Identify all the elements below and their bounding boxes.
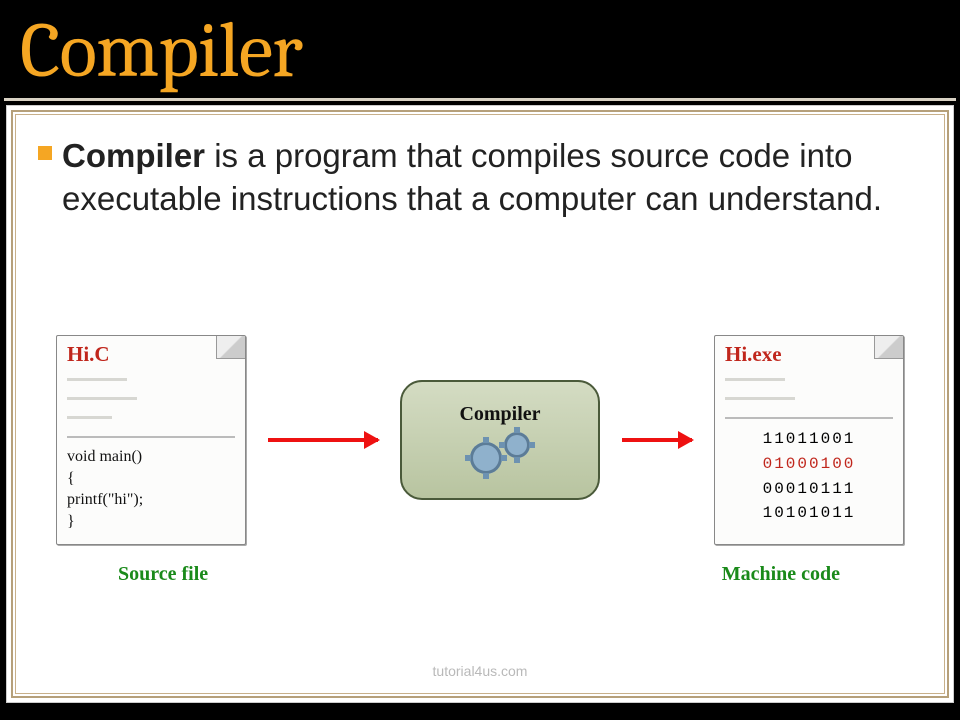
doc-decoration-lines: [67, 369, 235, 426]
arrow-icon: [622, 438, 692, 442]
output-caption: Machine code: [722, 563, 840, 586]
doc-divider: [67, 436, 235, 438]
compiler-label: Compiler: [459, 403, 540, 426]
source-file-title: Hi.C: [67, 342, 235, 367]
source-file-box: Hi.C void main() { printf("hi"); }: [56, 335, 246, 545]
title-divider: [4, 98, 956, 101]
slide: Compiler Compiler is a program that comp…: [0, 0, 960, 720]
output-file-title: Hi.exe: [725, 342, 893, 367]
content-outer-frame: Compiler is a program that compiles sour…: [6, 105, 954, 703]
machine-code: 11011001010001000001011110101011: [725, 427, 893, 526]
content-frame: Compiler is a program that compiles sour…: [11, 110, 949, 698]
diagram: Hi.C void main() { printf("hi"); } Compi…: [16, 305, 944, 653]
bullet-item: Compiler is a program that compiles sour…: [38, 135, 922, 221]
bullet-text: Compiler is a program that compiles sour…: [62, 135, 922, 221]
doc-decoration-lines: [725, 369, 893, 407]
bullet-lead: Compiler: [62, 137, 205, 174]
watermark: tutorial4us.com: [433, 663, 528, 679]
gears-icon: [470, 432, 530, 478]
doc-divider: [725, 417, 893, 419]
diagram-row: Hi.C void main() { printf("hi"); } Compi…: [16, 335, 944, 545]
output-file-box: Hi.exe 11011001010001000001011110101011: [714, 335, 904, 545]
source-caption: Source file: [118, 563, 208, 586]
arrow-icon: [268, 438, 378, 442]
slide-title: Compiler: [0, 0, 960, 90]
content-area: Compiler is a program that compiles sour…: [15, 114, 945, 694]
source-code: void main() { printf("hi"); }: [67, 446, 235, 532]
caption-row: Source file Machine code: [106, 563, 854, 586]
compiler-box: Compiler: [400, 380, 600, 500]
bullet-icon: [38, 146, 52, 160]
